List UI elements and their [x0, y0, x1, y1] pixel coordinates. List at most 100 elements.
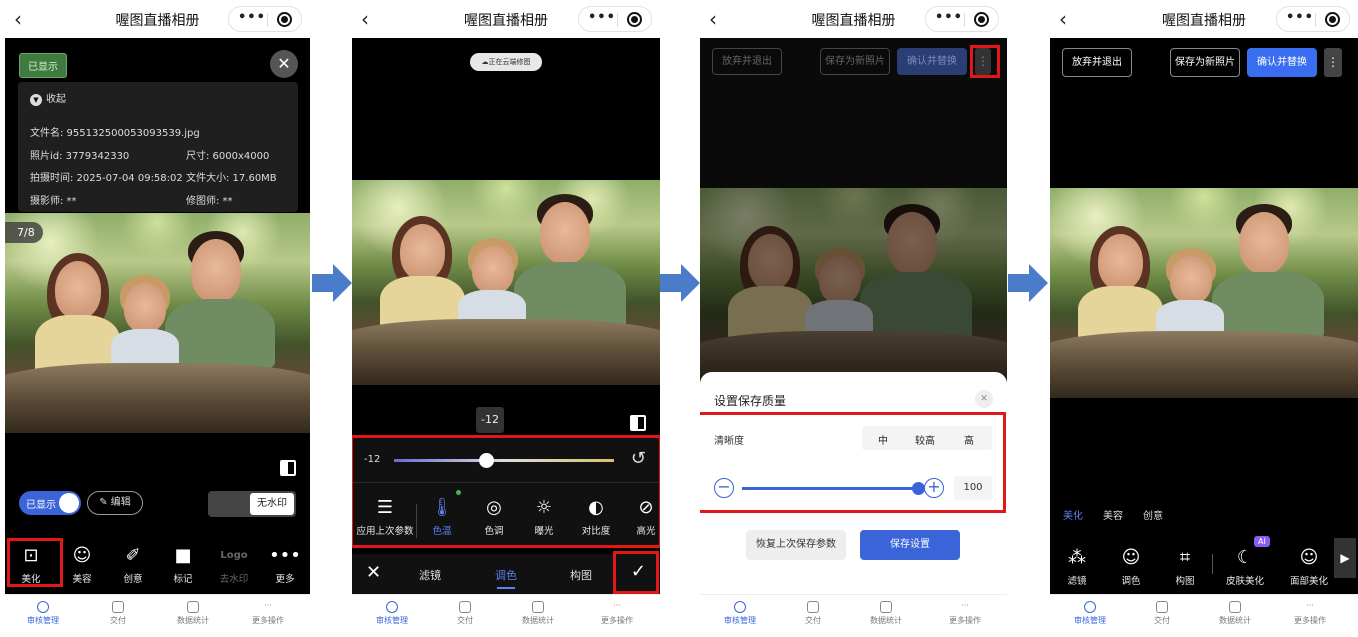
- value-tooltip: -12: [476, 407, 504, 433]
- logo-icon: Logo: [220, 550, 248, 561]
- phone-screen-1: ‹ 喔图直播相册 ••• 已显示 ✕ ▼ 收起 文件名: 955132500053…: [5, 0, 310, 637]
- mini-program-capsule[interactable]: •••: [228, 6, 302, 32]
- no-watermark-option[interactable]: 无水印: [250, 493, 294, 515]
- clarity-medium[interactable]: 中: [878, 432, 888, 447]
- confirm-icon[interactable]: ✓: [631, 561, 646, 582]
- save-new-button[interactable]: 保存为新照片: [820, 48, 890, 75]
- clarity-higher[interactable]: 较高: [915, 432, 935, 447]
- discard-button[interactable]: 放弃并退出: [712, 48, 782, 75]
- tool-highlight[interactable]: ⊘ 高光: [622, 498, 660, 538]
- tool-filter[interactable]: ⁂ 滤镜: [1053, 548, 1101, 588]
- adjust-panel: -12 ↺ ☰ 应用上次参数 🌡 色温 ◎ 色调 ☼ 曝光 ◐ 对比度 ⊘ 高光: [352, 438, 660, 548]
- tool-tint[interactable]: ◎ 色调: [470, 498, 518, 538]
- phone-screen-3: ‹ 喔图直播相册 ••• 放弃并退出 保存为新照片 确认并替换 ⋮ 设置保存质量…: [700, 0, 1007, 637]
- tab-color[interactable]: 调色: [495, 567, 517, 583]
- tool-apply-last[interactable]: ☰ 应用上次参数: [356, 498, 414, 538]
- mini-program-capsule[interactable]: •••: [925, 6, 999, 32]
- tab-stats[interactable]: 数据统计: [513, 601, 563, 626]
- tab-crop[interactable]: 构图: [570, 567, 592, 583]
- category-beautify[interactable]: 美化: [1063, 507, 1083, 522]
- close-target-icon[interactable]: [1325, 12, 1340, 27]
- flow-arrow-2: [660, 264, 700, 302]
- shown-badge[interactable]: 已显示: [19, 53, 67, 78]
- save-settings-button[interactable]: 保存设置: [860, 530, 960, 560]
- review-icon: [386, 601, 398, 613]
- more-dots-icon[interactable]: •••: [1286, 10, 1314, 25]
- clarity-high[interactable]: 高: [964, 432, 974, 447]
- close-target-icon[interactable]: [277, 12, 292, 27]
- menu-more-icon[interactable]: ⋮: [1324, 48, 1342, 77]
- tab-stats[interactable]: 数据统计: [861, 601, 911, 626]
- clarity-label: 清晰度: [714, 436, 744, 447]
- ai-badge: AI: [1254, 536, 1270, 547]
- family-photo: [5, 213, 310, 433]
- tool-mark[interactable]: ■ 标记: [159, 546, 207, 586]
- tool-face[interactable]: ☺ 面部美化: [1282, 548, 1336, 588]
- scroll-right-button[interactable]: ▶: [1334, 538, 1356, 578]
- mini-program-capsule[interactable]: •••: [1276, 6, 1350, 32]
- category-creative[interactable]: 创意: [1143, 507, 1163, 522]
- photo-id: 照片id: 3779342330: [30, 151, 130, 162]
- tab-more[interactable]: ··· 更多操作: [940, 601, 990, 626]
- more-dots-icon[interactable]: •••: [935, 10, 963, 25]
- close-button[interactable]: ✕: [270, 50, 298, 78]
- phone-screen-2: ‹ 喔图直播相册 ••• ☁正在云端修图 -12 -12 ↺ ☰ 应用上次参数 …: [352, 0, 660, 637]
- tool-more[interactable]: ••• 更多: [261, 546, 309, 586]
- more-dots-icon[interactable]: •••: [238, 10, 266, 25]
- play-right-icon: ▶: [1340, 551, 1350, 565]
- close-target-icon[interactable]: [627, 12, 642, 27]
- tool-temperature[interactable]: 🌡 色温: [418, 498, 466, 538]
- decrease-icon[interactable]: −: [714, 478, 734, 498]
- quality-slider[interactable]: [742, 482, 925, 495]
- more-dots-icon[interactable]: •••: [588, 10, 616, 25]
- menu-more-icon[interactable]: ⋮: [975, 48, 991, 75]
- discard-button[interactable]: 放弃并退出: [1062, 48, 1132, 77]
- temperature-slider[interactable]: [394, 453, 614, 468]
- tool-beautify[interactable]: ⊡ 美化: [7, 546, 55, 586]
- tab-more[interactable]: ··· 更多操作: [243, 601, 293, 626]
- watermark-switch[interactable]: 无水印: [208, 491, 296, 517]
- tab-stats[interactable]: 数据统计: [168, 601, 218, 626]
- sheet-close-button[interactable]: ✕: [975, 390, 993, 408]
- tab-review[interactable]: 审核管理: [1065, 601, 1115, 626]
- tab-deliver[interactable]: 交付: [1137, 601, 1187, 626]
- close-target-icon[interactable]: [974, 12, 989, 27]
- tool-color[interactable]: ☺ 调色: [1107, 548, 1155, 588]
- confirm-replace-button[interactable]: 确认并替换: [1247, 48, 1317, 77]
- compare-icon[interactable]: [630, 415, 646, 431]
- contrast-icon: ◐: [588, 497, 604, 518]
- tool-creative[interactable]: ✐ 创意: [109, 546, 157, 586]
- tab-deliver[interactable]: 交付: [93, 601, 143, 626]
- tab-more[interactable]: ··· 更多操作: [592, 601, 642, 626]
- confirm-replace-button[interactable]: 确认并替换: [897, 48, 967, 75]
- save-new-button[interactable]: 保存为新照片: [1170, 48, 1240, 77]
- tab-deliver[interactable]: 交付: [788, 601, 838, 626]
- quality-value[interactable]: 100: [954, 476, 992, 500]
- tool-skin[interactable]: ☾ 皮肤美化: [1218, 548, 1272, 588]
- tool-contrast[interactable]: ◐ 对比度: [572, 497, 620, 538]
- tool-crop[interactable]: ⌗ 构图: [1161, 548, 1209, 588]
- tab-review[interactable]: 审核管理: [18, 601, 68, 626]
- tab-deliver[interactable]: 交付: [440, 601, 490, 626]
- reset-icon[interactable]: ↺: [631, 448, 646, 469]
- tab-filter[interactable]: 滤镜: [419, 567, 441, 583]
- increase-icon[interactable]: +: [924, 478, 944, 498]
- tab-stats[interactable]: 数据统计: [1210, 601, 1260, 626]
- restore-button[interactable]: 恢复上次保存参数: [746, 530, 846, 560]
- mini-program-capsule[interactable]: •••: [578, 6, 652, 32]
- collapse-toggle[interactable]: ▼ 收起: [30, 90, 66, 106]
- tab-review[interactable]: 审核管理: [367, 601, 417, 626]
- review-icon: [1084, 601, 1096, 613]
- tool-makeup[interactable]: ☺ 美容: [58, 546, 106, 586]
- slider-thumb[interactable]: [479, 453, 495, 468]
- shown-toggle[interactable]: 已显示: [19, 491, 81, 515]
- tool-remove-watermark[interactable]: Logo 去水印: [210, 546, 258, 585]
- category-makeup[interactable]: 美容: [1103, 507, 1123, 522]
- tool-exposure[interactable]: ☼ 曝光: [520, 498, 568, 538]
- edit-tabs: ✕ 滤镜 调色 构图 ✓: [352, 554, 660, 594]
- tab-review[interactable]: 审核管理: [715, 601, 765, 626]
- edit-button[interactable]: ✎ 编辑: [87, 491, 143, 515]
- compare-icon[interactable]: [280, 460, 296, 476]
- cancel-icon[interactable]: ✕: [366, 562, 381, 583]
- tab-more[interactable]: ··· 更多操作: [1285, 601, 1335, 626]
